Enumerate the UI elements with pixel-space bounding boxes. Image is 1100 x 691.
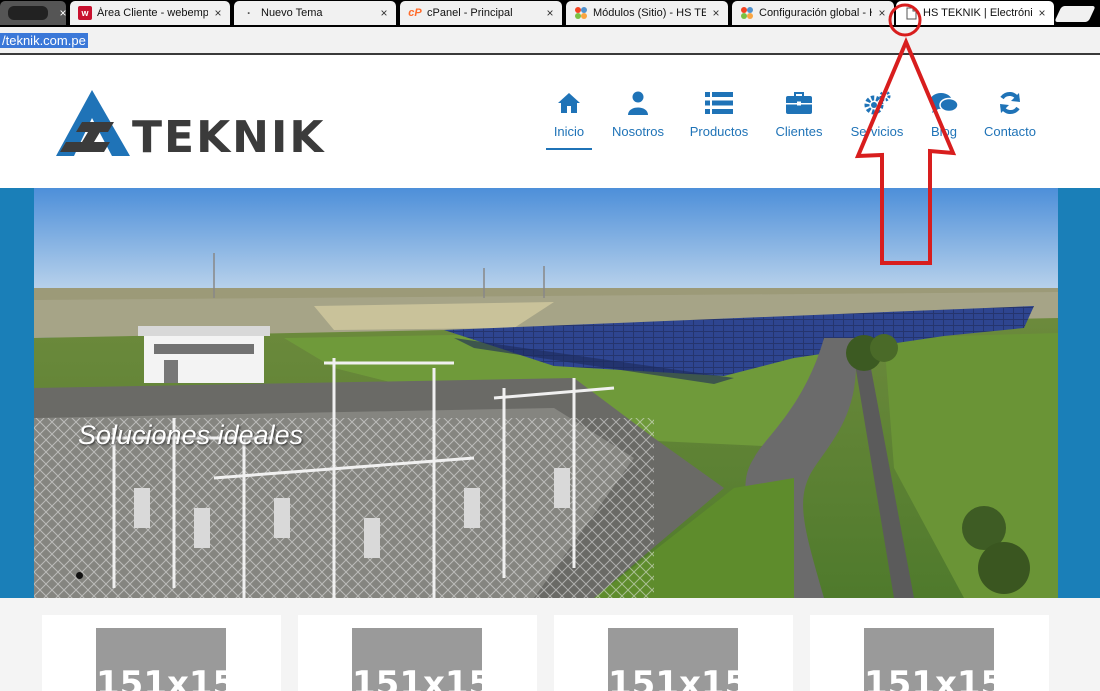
nav-clientes[interactable]: Clientes xyxy=(772,90,826,139)
nav-label: Contacto xyxy=(983,124,1037,139)
refresh-icon xyxy=(982,90,1038,116)
placeholder-image: 151x151 xyxy=(864,628,994,691)
site-logo[interactable]: TEKNIK xyxy=(54,88,323,162)
close-icon[interactable]: × xyxy=(57,6,66,20)
feature-card-2[interactable]: 151x151 xyxy=(298,615,537,691)
page-icon xyxy=(904,6,918,20)
close-icon[interactable]: × xyxy=(378,6,390,20)
tab-hs-teknik[interactable]: HS TEKNIK | Electrónica y × xyxy=(896,1,1054,25)
slide-caption: Soluciones ideales xyxy=(78,420,304,450)
nav-contacto[interactable]: Contacto xyxy=(982,90,1038,139)
active-underline xyxy=(546,148,592,150)
tab-strip: × w Área Cliente - webempre × · Nuevo Te… xyxy=(0,0,1100,27)
hs-monogram-logo xyxy=(56,90,130,156)
tab-0[interactable]: × xyxy=(0,1,66,25)
nav-label: Servicios xyxy=(850,124,904,139)
tab-configuracion[interactable]: Configuración global - H × xyxy=(732,1,894,25)
tab-nuevo-tema[interactable]: · Nuevo Tema × xyxy=(234,1,396,25)
address-bar[interactable]: /teknik.com.pe xyxy=(0,27,1100,55)
nav-productos[interactable]: Productos xyxy=(688,90,750,139)
dot-icon: · xyxy=(247,6,251,20)
logo-wordmark: TEKNIK xyxy=(132,112,326,163)
nav-inicio[interactable]: Inicio xyxy=(546,90,592,150)
scribbled-icon xyxy=(8,6,48,20)
joomla-icon xyxy=(574,6,588,20)
close-icon[interactable]: × xyxy=(710,6,722,20)
feature-card-3[interactable]: 151x151 xyxy=(554,615,793,691)
cpanel-icon: cP xyxy=(408,7,422,19)
slider-dot-active[interactable] xyxy=(76,572,83,579)
new-tab-button[interactable] xyxy=(1054,6,1096,22)
nav-label: Nosotros xyxy=(611,124,665,139)
tab-area-cliente[interactable]: w Área Cliente - webempre × xyxy=(70,1,230,25)
browser-window: × w Área Cliente - webempre × · Nuevo Te… xyxy=(0,0,1100,691)
nav-label: Clientes xyxy=(775,124,823,139)
nav-nosotros[interactable]: Nosotros xyxy=(608,90,668,139)
url-text[interactable]: /teknik.com.pe xyxy=(0,33,88,48)
placeholder-image: 151x151 xyxy=(608,628,738,691)
close-icon[interactable]: × xyxy=(212,6,224,20)
close-icon[interactable]: × xyxy=(876,6,888,20)
nav-label: Inicio xyxy=(553,124,585,139)
tab-modulos[interactable]: Módulos (Sitio) - HS TEK × xyxy=(566,1,728,25)
nav-label: Blog xyxy=(930,124,958,139)
nav-label: Productos xyxy=(689,124,749,139)
placeholder-image: 151x151 xyxy=(352,628,482,691)
user-icon xyxy=(608,90,668,116)
gears-icon xyxy=(846,90,908,116)
placeholder-image: 151x151 xyxy=(96,628,226,691)
hero-slide-image xyxy=(34,188,1058,598)
tab-cpanel[interactable]: cP cPanel - Principal × xyxy=(400,1,562,25)
briefcase-icon xyxy=(772,90,826,116)
feature-card-4[interactable]: 151x151 xyxy=(810,615,1049,691)
home-icon xyxy=(546,90,592,116)
nav-blog[interactable]: Blog xyxy=(928,90,960,139)
nav-servicios[interactable]: Servicios xyxy=(846,90,908,139)
close-icon[interactable]: × xyxy=(544,6,556,20)
list-icon xyxy=(688,90,750,116)
comments-icon xyxy=(928,90,960,116)
solar-farm-substation-illustration xyxy=(34,188,1058,598)
joomla-icon xyxy=(740,6,754,20)
close-icon[interactable]: × xyxy=(1036,6,1048,20)
feature-card-1[interactable]: 151x151 xyxy=(42,615,281,691)
webempresa-icon: w xyxy=(78,6,92,20)
